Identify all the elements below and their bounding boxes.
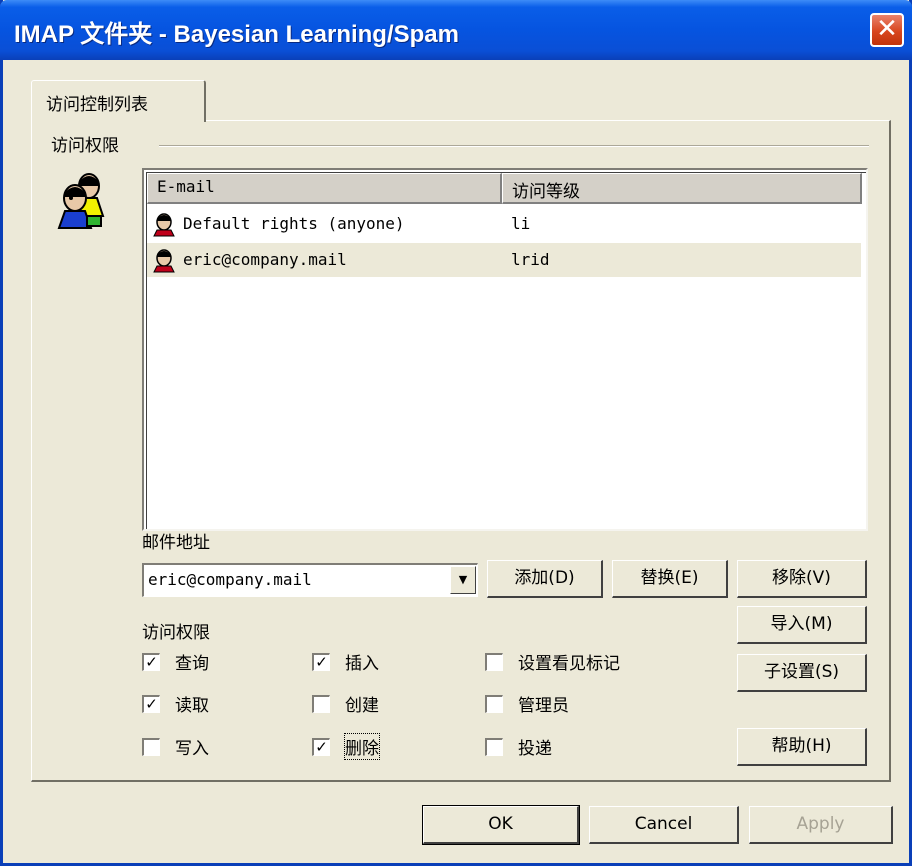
- checkbox-label: 投递: [518, 739, 552, 759]
- checkbox-box: [485, 695, 503, 713]
- address-value: eric@company.mail: [148, 570, 312, 589]
- checkbox-label: 设置看见标记: [518, 654, 620, 674]
- row-access-level: li: [511, 214, 531, 233]
- check-icon: ✓: [312, 653, 330, 671]
- add-button[interactable]: 添加(D): [487, 560, 603, 598]
- checkbox-label: 查询: [175, 654, 209, 674]
- list-row-default[interactable]: Default rights (anyone) li: [147, 207, 861, 241]
- column-header-access-level[interactable]: 访问等级: [502, 173, 862, 204]
- checkbox-label: 创建: [345, 696, 379, 716]
- close-icon: ✕: [876, 14, 898, 44]
- check-icon: ✓: [142, 695, 160, 713]
- apply-button[interactable]: Apply: [749, 806, 893, 844]
- tab-label: 访问控制列表: [46, 95, 148, 115]
- row-email: eric@company.mail: [183, 250, 347, 269]
- checkbox-label: 管理员: [518, 696, 569, 716]
- checkbox-label: 写入: [175, 739, 209, 759]
- user-icon: [153, 249, 175, 273]
- ok-button[interactable]: OK: [422, 805, 580, 845]
- cancel-button[interactable]: Cancel: [589, 806, 739, 844]
- checkbox-label: 读取: [175, 696, 209, 716]
- import-button[interactable]: 导入(M): [737, 606, 867, 644]
- replace-button[interactable]: 替换(E): [612, 560, 728, 598]
- people-icon: [57, 173, 105, 229]
- column-header-email[interactable]: E-mail: [147, 173, 502, 204]
- checkbox-box: [142, 738, 160, 756]
- access-rights-group-label: 访问权限: [51, 136, 119, 156]
- permissions-label: 访问权限: [142, 623, 210, 643]
- title-bar[interactable]: IMAP 文件夹 - Bayesian Learning/Spam ✕: [0, 0, 912, 60]
- checkbox-box: [485, 653, 503, 671]
- sub-settings-button[interactable]: 子设置(S): [737, 654, 867, 692]
- checkbox-label: 插入: [345, 654, 379, 674]
- list-header: E-mail 访问等级: [147, 173, 862, 204]
- address-label: 邮件地址: [142, 533, 210, 553]
- group-divider: [159, 145, 869, 147]
- list-row-eric[interactable]: eric@company.mail lrid: [147, 243, 861, 277]
- close-button[interactable]: ✕: [870, 13, 904, 47]
- check-icon: ✓: [142, 653, 160, 671]
- user-icon: [153, 213, 175, 237]
- checkbox-box: [485, 738, 503, 756]
- acl-dialog: IMAP 文件夹 - Bayesian Learning/Spam ✕ 访问控制…: [0, 0, 912, 866]
- acl-list[interactable]: E-mail 访问等级 Default rights (anyone) li e…: [142, 168, 868, 531]
- help-button[interactable]: 帮助(H): [737, 728, 867, 766]
- row-email: Default rights (anyone): [183, 214, 405, 233]
- checkbox-box: [312, 695, 330, 713]
- address-combobox[interactable]: eric@company.mail ▼: [142, 563, 478, 597]
- row-access-level: lrid: [511, 250, 550, 269]
- checkbox-label: 删除: [344, 733, 380, 760]
- window-title: IMAP 文件夹 - Bayesian Learning/Spam: [14, 21, 459, 48]
- chevron-down-icon: ▼: [458, 573, 468, 586]
- tab-access-control-list[interactable]: 访问控制列表: [31, 80, 206, 122]
- dropdown-arrow-button[interactable]: ▼: [450, 566, 476, 594]
- check-icon: ✓: [312, 738, 330, 756]
- remove-button[interactable]: 移除(V): [737, 560, 867, 598]
